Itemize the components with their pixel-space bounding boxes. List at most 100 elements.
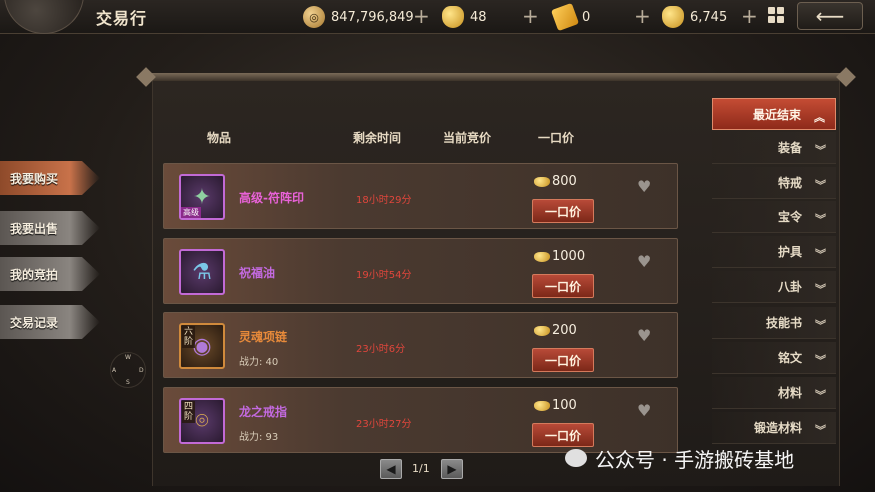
- item-name: 灵魂项链: [239, 330, 288, 344]
- filter-special-ring[interactable]: 特戒 ︾: [712, 167, 836, 199]
- favorite-heart-icon[interactable]: ♥: [637, 326, 651, 345]
- top-bar: 交易行 ◎ 847,796,849 + 48 + 0 + 6,745 + ⟵: [0, 0, 875, 34]
- page-indicator: 1/1: [412, 462, 430, 475]
- column-header-item: 物品: [207, 131, 232, 145]
- item-name: 高级-符阵印: [239, 191, 304, 205]
- add-gold-button[interactable]: +: [413, 5, 430, 27]
- filter-forging-materials[interactable]: 锻造材料 ︾: [712, 412, 836, 444]
- tab-sell[interactable]: 我要出售: [0, 211, 100, 245]
- add-ticket-button[interactable]: +: [634, 5, 651, 27]
- currency-value: 48: [470, 9, 487, 25]
- chevron-up-icon: ︽: [814, 111, 825, 124]
- ring-icon[interactable]: ⌾ 四阶: [179, 398, 225, 444]
- tab-records[interactable]: 交易记录: [0, 305, 100, 339]
- price-value: 100: [552, 398, 577, 413]
- item-power: 战力: 93: [239, 432, 279, 443]
- tier-tag: 四阶: [182, 401, 195, 423]
- filter-label: 铭文: [777, 351, 802, 365]
- compass-w: W: [125, 354, 131, 361]
- item-name: 龙之戒指: [239, 405, 288, 419]
- necklace-icon[interactable]: ◉ 六阶: [179, 323, 225, 369]
- filter-armor[interactable]: 护具 ︾: [712, 236, 836, 268]
- back-button[interactable]: ⟵: [797, 2, 863, 30]
- tab-buy[interactable]: 我要购买: [0, 161, 100, 195]
- remaining-time: 23小时27分: [356, 419, 412, 430]
- filter-treasure-token[interactable]: 宝令 ︾: [712, 201, 836, 233]
- column-header-bid: 当前竞价: [443, 131, 492, 145]
- emblem-icon: [4, 0, 84, 34]
- chevron-down-icon: ︾: [815, 213, 826, 226]
- compass-s: S: [126, 379, 130, 386]
- filter-bagua[interactable]: 八卦 ︾: [712, 271, 836, 303]
- ingot-icon: [534, 251, 550, 262]
- filter-label: 技能书: [765, 316, 802, 330]
- chevron-down-icon: ︾: [815, 179, 826, 192]
- ingot-icon: [534, 400, 550, 411]
- filter-label: 装备: [777, 141, 802, 155]
- currency-value: 847,796,849: [331, 9, 414, 25]
- remaining-time: 18小时29分: [356, 195, 412, 206]
- filter-label: 宝令: [777, 210, 802, 224]
- filter-equipment[interactable]: 装备 ︾: [712, 132, 836, 164]
- chevron-down-icon: ︾: [815, 319, 826, 332]
- table-row[interactable]: ⚗ 祝福油 19小时54分 1000 一口价 ♥: [163, 238, 678, 304]
- chevron-down-icon: ︾: [815, 424, 826, 437]
- currency-ticket: 0: [550, 2, 591, 32]
- currency-value: 0: [582, 9, 591, 25]
- table-row[interactable]: ✦ 高级 高级-符阵印 18小时29分 800 一口价 ♥: [163, 163, 678, 229]
- joystick-compass[interactable]: W A D S: [110, 352, 146, 388]
- ingot-icon: [442, 6, 464, 28]
- price: 800: [534, 174, 577, 189]
- tier-tag: 六阶: [182, 326, 195, 348]
- tab-my-bids[interactable]: 我的竞拍: [0, 257, 100, 291]
- favorite-heart-icon[interactable]: ♥: [637, 177, 651, 196]
- chevron-down-icon: ︾: [815, 144, 826, 157]
- filter-skill-book[interactable]: 技能书 ︾: [712, 307, 836, 339]
- price: 200: [534, 323, 577, 338]
- item-power: 战力: 40: [239, 357, 279, 368]
- favorite-heart-icon[interactable]: ♥: [637, 401, 651, 420]
- currency-value: 6,745: [690, 9, 728, 25]
- ingot-icon: [534, 176, 550, 187]
- currency-gold: ◎ 847,796,849: [303, 6, 414, 28]
- coin-icon: ◎: [303, 6, 325, 28]
- table-row[interactable]: ◉ 六阶 灵魂项链 战力: 40 23小时6分 200 一口价 ♥: [163, 312, 678, 378]
- chevron-down-icon: ︾: [815, 389, 826, 402]
- favorite-heart-icon[interactable]: ♥: [637, 252, 651, 271]
- buyout-button[interactable]: 一口价: [532, 423, 594, 447]
- currency-ingot: 48: [442, 6, 487, 28]
- filter-label: 锻造材料: [753, 421, 802, 435]
- buyout-button[interactable]: 一口价: [532, 199, 594, 223]
- filter-recent-ending[interactable]: 最近结束 ︽: [712, 98, 836, 130]
- buyout-button[interactable]: 一口价: [532, 348, 594, 372]
- column-header-buyout: 一口价: [538, 131, 575, 145]
- price: 1000: [534, 249, 585, 264]
- watermark: 公众号 · 手游搬砖基地: [565, 445, 795, 472]
- potion-icon[interactable]: ⚗: [179, 249, 225, 295]
- filter-label: 特戒: [777, 176, 802, 190]
- next-page-button[interactable]: ▶: [441, 459, 463, 479]
- chevron-down-icon: ︾: [815, 354, 826, 367]
- filter-label: 八卦: [777, 280, 802, 294]
- filter-label: 护具: [777, 245, 802, 259]
- filter-inscription[interactable]: 铭文 ︾: [712, 342, 836, 374]
- price: 100: [534, 398, 577, 413]
- buyout-button[interactable]: 一口价: [532, 274, 594, 298]
- add-ingot-button[interactable]: +: [522, 5, 539, 27]
- panel-frame: [143, 73, 849, 81]
- watermark-text: 公众号 · 手游搬砖基地: [595, 447, 795, 472]
- currency-bound-ingot: 6,745: [662, 6, 727, 28]
- chevron-down-icon: ︾: [815, 248, 826, 261]
- price-value: 800: [552, 174, 577, 189]
- filter-materials[interactable]: 材料 ︾: [712, 377, 836, 409]
- price-value: 1000: [552, 249, 586, 264]
- menu-grid-icon[interactable]: [768, 7, 784, 23]
- chevron-down-icon: ︾: [815, 283, 826, 296]
- grade-tag: 高级: [181, 207, 201, 218]
- add-bound-ingot-button[interactable]: +: [741, 5, 758, 27]
- talisman-icon[interactable]: ✦ 高级: [179, 174, 225, 220]
- prev-page-button[interactable]: ◀: [380, 459, 402, 479]
- column-header-time: 剩余时间: [353, 131, 402, 145]
- filter-label: 材料: [777, 386, 802, 400]
- remaining-time: 19小时54分: [356, 270, 412, 281]
